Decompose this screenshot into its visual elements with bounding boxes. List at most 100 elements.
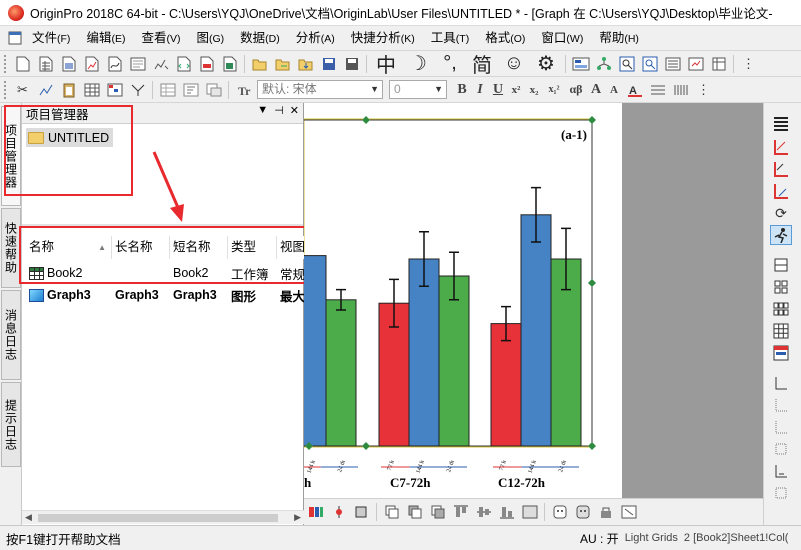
mask-face2-icon[interactable] — [572, 502, 593, 522]
border-corner-icon[interactable] — [770, 461, 792, 481]
underline-button[interactable]: U — [489, 80, 507, 100]
document-menu-icon[interactable] — [6, 30, 24, 46]
font-color-icon[interactable]: A — [624, 80, 645, 100]
ime-emoji-icon[interactable]: ☺ — [499, 52, 529, 74]
mask-icon[interactable] — [203, 80, 224, 100]
front-icon[interactable] — [404, 502, 425, 522]
border-box-icon[interactable] — [770, 439, 792, 459]
border-bottom-icon[interactable] — [770, 417, 792, 437]
tab-hint-log[interactable]: 提示日志 — [1, 382, 21, 467]
new-project-icon[interactable] — [12, 54, 33, 74]
increase-font-button[interactable]: A — [587, 80, 605, 100]
menu-file[interactable]: 文件(F) — [24, 27, 78, 49]
open-icon[interactable] — [249, 54, 270, 74]
menu-analysis[interactable]: 分析(A) — [288, 27, 343, 49]
paste-icon[interactable] — [58, 80, 79, 100]
align-middle-icon[interactable] — [473, 502, 494, 522]
set-column-values-icon[interactable] — [157, 80, 178, 100]
ime-chinese-mode[interactable]: 中 — [371, 54, 401, 77]
new-function-icon[interactable] — [104, 54, 125, 74]
ime-simplified-mode[interactable]: 简 — [467, 54, 497, 77]
new-layout-icon[interactable] — [150, 54, 171, 74]
graph-page[interactable]: 144 h 24 th 72 h 144 h 24 th 72 h 144 h 24 th (… — [304, 103, 622, 498]
pdf-icon[interactable] — [196, 54, 217, 74]
tab-message-log[interactable]: 消息日志 — [1, 290, 21, 380]
text-tool-icon[interactable]: Tr — [233, 80, 254, 100]
toolbar-more-icon-2[interactable]: ⋮ — [693, 80, 714, 100]
zoom-page-icon[interactable] — [618, 502, 639, 522]
layer-grid-icon[interactable] — [770, 277, 792, 297]
menu-edit[interactable]: 编辑(E) — [78, 27, 133, 49]
supersubscript-button[interactable]: x₁² — [543, 80, 565, 100]
layer-grid-9-icon[interactable] — [770, 321, 792, 341]
layer-color-icon[interactable] — [770, 343, 792, 363]
merge-layers-icon[interactable] — [770, 255, 792, 275]
bar-chart[interactable]: 144 h 24 th 72 h 144 h 24 th 72 h 144 h 24 th — [304, 103, 622, 498]
fill-pattern-icon[interactable] — [670, 80, 691, 100]
symbol-icon[interactable] — [328, 502, 349, 522]
subscript-button[interactable]: x₂ — [525, 80, 543, 100]
bar-C12-72h-0[interactable] — [490, 323, 522, 447]
toolbar-grip[interactable] — [4, 54, 8, 73]
scroll-left-icon[interactable]: ◀ — [25, 512, 32, 523]
scroll-thumb[interactable] — [38, 514, 278, 522]
object-icon[interactable] — [351, 502, 372, 522]
menu-quick-analysis[interactable]: 快捷分析(K) — [343, 27, 423, 49]
tab-quick-help[interactable]: 快速帮助 — [1, 208, 21, 288]
decrease-font-button[interactable]: A — [605, 80, 623, 100]
layer-grid-6-icon[interactable] — [770, 299, 792, 319]
selection-handle[interactable] — [362, 116, 370, 124]
selection-handle[interactable] — [588, 442, 596, 450]
panel-close-icon[interactable]: ✕ — [290, 104, 299, 117]
open-template-icon[interactable] — [272, 54, 293, 74]
color-picker-icon[interactable] — [305, 502, 326, 522]
font-size-select[interactable]: 0 ▼ — [389, 80, 447, 99]
menu-graph[interactable]: 图(G) — [188, 27, 232, 49]
menu-tools[interactable]: 工具(T) — [423, 27, 477, 49]
command-window-icon[interactable] — [662, 54, 683, 74]
table-grid-icon[interactable] — [81, 80, 102, 100]
mask-face-icon[interactable] — [549, 502, 570, 522]
ime-moon-icon[interactable]: ☽ — [403, 53, 433, 75]
scroll-right-icon[interactable]: ▶ — [294, 512, 301, 523]
bold-button[interactable]: B — [453, 80, 471, 100]
origin-app-icon[interactable] — [8, 4, 24, 21]
italic-button[interactable]: I — [471, 80, 489, 100]
code-builder-icon[interactable] — [173, 54, 194, 74]
zoom-window-icon[interactable] — [639, 54, 660, 74]
bar-partial-blue[interactable] — [304, 255, 327, 447]
bar-C7-72h-2[interactable] — [438, 275, 470, 447]
greek-button[interactable]: αβ — [565, 80, 587, 100]
new-graph-icon[interactable] — [81, 54, 102, 74]
ime-settings-icon[interactable]: ⚙ — [531, 53, 561, 75]
toolbar-more-icon[interactable]: ⋮ — [738, 54, 759, 74]
border-dotted-icon[interactable] — [770, 395, 792, 415]
new-excel-icon[interactable] — [219, 54, 240, 74]
results-log-icon[interactable] — [616, 54, 637, 74]
scissors-icon[interactable]: ✂ — [12, 80, 33, 100]
group-icon[interactable] — [381, 502, 402, 522]
layer-icon[interactable] — [570, 54, 591, 74]
tool-graph-icon[interactable] — [35, 80, 56, 100]
back-icon[interactable] — [427, 502, 448, 522]
list-item-graph3[interactable]: Graph3 Graph3 Graph3 图形 最大 — [26, 284, 304, 306]
color-grid-icon[interactable] — [104, 80, 125, 100]
selection-handle[interactable] — [588, 116, 596, 124]
bar-C7-72h-1[interactable] — [408, 258, 440, 447]
align-top-icon[interactable] — [450, 502, 471, 522]
rotate-icon[interactable]: ⟳ — [770, 203, 792, 223]
border-frame-icon[interactable] — [770, 483, 792, 503]
align-bottom-icon[interactable] — [496, 502, 517, 522]
project-explorer-icon[interactable] — [593, 54, 614, 74]
bar-partial-green[interactable] — [325, 299, 357, 447]
axis-red-icon[interactable] — [770, 137, 792, 157]
lock-layer-icon[interactable] — [595, 502, 616, 522]
axis-scale-icon[interactable] — [770, 181, 792, 201]
merge-icon[interactable] — [127, 80, 148, 100]
toolbar-grip[interactable] — [4, 80, 8, 99]
save-template-icon[interactable] — [341, 54, 362, 74]
selection-handle[interactable] — [362, 442, 370, 450]
menu-view[interactable]: 查看(V) — [133, 27, 188, 49]
new-notes-icon[interactable] — [127, 54, 148, 74]
menu-window[interactable]: 窗口(W) — [533, 27, 591, 49]
